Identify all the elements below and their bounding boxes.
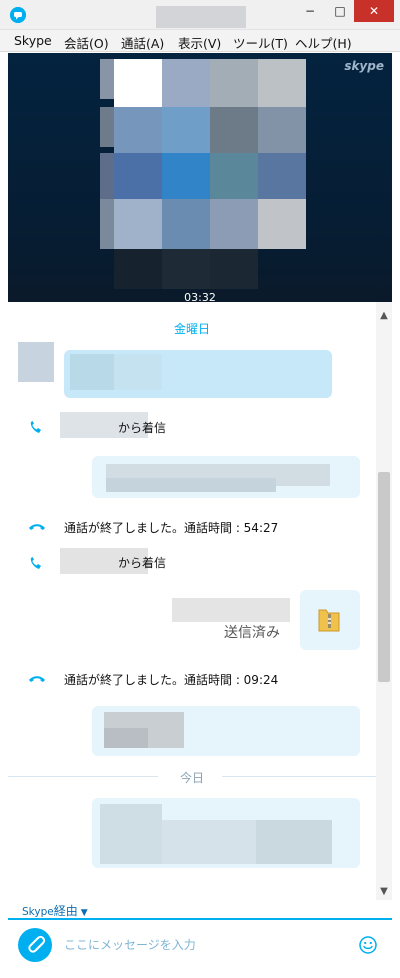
close-button[interactable]: ✕ — [354, 0, 394, 22]
menu-view[interactable]: 表示(V) — [178, 33, 221, 52]
call-ended-text: 通話が終了しました。通話時間 : 54:27 — [64, 521, 279, 535]
minimize-button[interactable]: − — [296, 0, 324, 22]
skype-app-icon — [10, 7, 26, 23]
window-title-redacted — [156, 6, 246, 28]
menu-tools[interactable]: ツール(T) — [233, 33, 288, 52]
message-bubble-outgoing — [92, 456, 360, 498]
message-bubble-incoming — [64, 350, 332, 398]
today-divider-label: 今日 — [179, 771, 204, 785]
via-skype-label: Skype — [22, 906, 54, 918]
title-bar: − □ ✕ — [0, 0, 400, 30]
via-skype-dropdown[interactable]: Skype経由 ▼ — [22, 902, 88, 919]
message-bubble-outgoing — [92, 798, 360, 868]
message-composer — [8, 918, 392, 970]
menu-bar: Skype 会話(O) 通話(A) 表示(V) ツール(T) ヘルプ(H) — [0, 30, 400, 52]
file-name-redacted — [172, 598, 290, 622]
skype-logo: skype — [344, 59, 384, 73]
video-call-panel[interactable]: skype 03:32 — [8, 53, 392, 302]
day-header: 金曜日 — [173, 322, 210, 336]
chevron-down-icon: ▼ — [80, 908, 88, 918]
call-ended-text: 通話が終了しました。通話時間 : 09:24 — [64, 673, 279, 687]
zip-folder-icon — [318, 609, 340, 632]
scroll-up-arrow-icon[interactable]: ▲ — [376, 308, 392, 324]
scroll-down-arrow-icon[interactable]: ▼ — [376, 884, 392, 900]
menu-call[interactable]: 通話(A) — [121, 33, 164, 52]
call-ended-icon — [29, 524, 45, 530]
scroll-thumb[interactable] — [378, 472, 390, 682]
call-timer: 03:32 — [184, 291, 216, 302]
incoming-call-text: から着信 — [118, 421, 167, 435]
message-bubble-outgoing — [92, 706, 360, 756]
incoming-call-text: から着信 — [118, 556, 167, 570]
menu-conversation[interactable]: 会話(O) — [64, 33, 109, 52]
via-suffix-label: 経由 — [53, 904, 78, 918]
message-input[interactable] — [64, 930, 344, 960]
chat-history[interactable]: 金曜日 から着信 通話が終了しました。通話時間 : 54:27 から着信 送信済… — [8, 302, 376, 900]
menu-skype[interactable]: Skype — [14, 33, 52, 48]
file-sent-status: 送信済み — [224, 625, 280, 641]
avatar[interactable] — [18, 342, 54, 382]
chat-scrollbar[interactable]: ▲ ▼ — [376, 302, 392, 900]
video-feed-redacted — [100, 59, 306, 291]
attach-button[interactable] — [18, 928, 52, 962]
call-ended-icon — [29, 676, 45, 682]
maximize-button[interactable]: □ — [326, 0, 354, 22]
paperclip-icon — [28, 935, 46, 953]
menu-help[interactable]: ヘルプ(H) — [295, 33, 352, 52]
emoticon-icon[interactable] — [358, 935, 378, 955]
file-attachment[interactable] — [300, 590, 360, 650]
phone-icon — [30, 557, 41, 569]
phone-icon — [30, 421, 41, 433]
